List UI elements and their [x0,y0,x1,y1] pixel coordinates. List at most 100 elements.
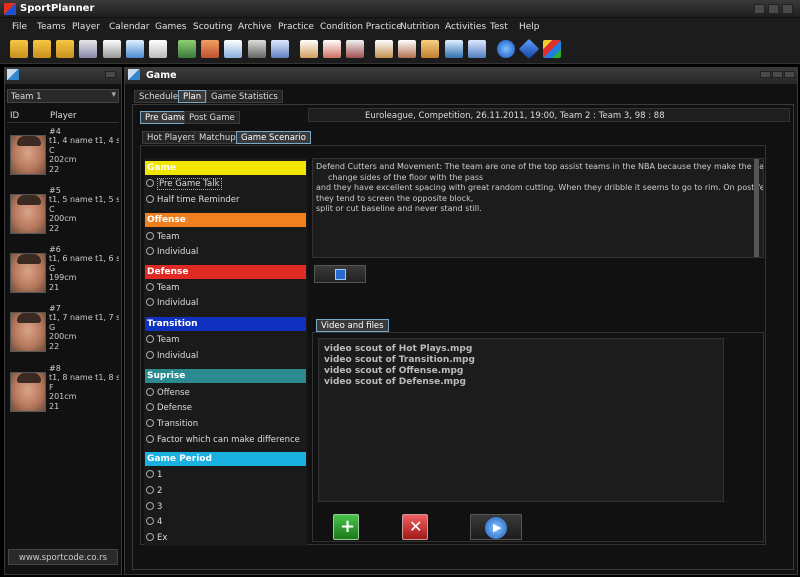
maximize-button[interactable] [768,4,779,14]
tab-post-game[interactable]: Post Game [184,111,240,124]
test-icon[interactable] [468,40,486,58]
puzzle-icon[interactable] [543,40,561,58]
food-icon[interactable] [421,40,439,58]
radio-icon[interactable] [146,283,154,291]
folder-closed-icon[interactable] [56,40,74,58]
tab-plan[interactable]: Plan [178,90,207,103]
radio-icon[interactable] [146,335,154,343]
document-icon[interactable] [149,40,167,58]
tab-schedule[interactable]: Schedule [134,90,184,103]
open-folder-icon[interactable] [10,40,28,58]
radio-offense-team[interactable]: Team [146,232,179,242]
activities-icon[interactable] [445,40,463,58]
close-button[interactable] [782,4,793,14]
add-file-button[interactable]: + [333,514,359,540]
game-close-button[interactable] [784,71,795,78]
list-item[interactable]: video scout of Transition.mpg [324,355,718,366]
radio-icon[interactable] [146,388,154,396]
radio-icon[interactable] [146,435,154,443]
menu-scouting[interactable]: Scouting [193,22,232,32]
radio-period-2[interactable]: 2 [146,486,162,496]
table-row[interactable]: #4 t1, 4 name t1, 4 su C 202cm 22 [8,127,119,185]
menu-help[interactable]: Help [519,22,540,32]
menu-practice[interactable]: Practice [278,22,314,32]
radio-icon[interactable] [146,179,154,187]
radio-offense-individual[interactable]: Individual [146,247,198,257]
game-maximize-button[interactable] [772,71,783,78]
menu-calendar[interactable]: Calendar [109,22,149,32]
sidebar-minimize-button[interactable] [105,71,116,78]
help-icon[interactable] [497,40,515,58]
play-video-button[interactable]: ▶ [470,514,522,540]
list-item[interactable]: video scout of Hot Plays.mpg [324,344,718,355]
tab-game-statistics[interactable]: Game Statistics [206,90,283,103]
radio-pre-game-talk[interactable]: Pre Game Talk [146,178,222,190]
table-row[interactable]: #5 t1, 5 name t1, 5 su C 200cm 22 [8,186,119,244]
minimize-button[interactable] [754,4,765,14]
report-icon[interactable] [323,40,341,58]
col-id[interactable]: ID [10,111,19,121]
radio-period-ex[interactable]: Ex [146,533,167,543]
chart-icon[interactable] [201,40,219,58]
menu-player[interactable]: Player [72,22,100,32]
radio-suprise-factor[interactable]: Factor which can make difference [146,435,300,445]
delete-file-button[interactable]: ✕ [402,514,428,540]
chevron-down-icon[interactable]: ▾ [111,90,116,100]
radio-period-1[interactable]: 1 [146,470,162,480]
list-icon[interactable] [398,40,416,58]
team-select[interactable]: Team 1 ▾ [7,89,119,103]
notes-scrollbar[interactable] [754,159,759,257]
menu-teams[interactable]: Teams [37,22,65,32]
menu-test[interactable]: Test [490,22,508,32]
radio-half-time-reminder[interactable]: Half time Reminder [146,195,239,205]
table-row[interactable]: #6 t1, 6 name t1, 6 su G 199cm 21 [8,245,119,303]
tab-video-and-files[interactable]: Video and files [316,319,389,332]
tools-icon[interactable] [346,40,364,58]
radio-icon[interactable] [146,533,154,541]
radio-defense-individual[interactable]: Individual [146,298,198,308]
radio-icon[interactable] [146,195,154,203]
scenario-notes[interactable]: Defend Cutters and Movement: The team ar… [312,158,764,258]
radio-icon[interactable] [146,232,154,240]
list-item[interactable]: video scout of Offense.mpg [324,366,718,377]
radio-suprise-transition[interactable]: Transition [146,419,198,429]
menu-file[interactable]: File [12,22,27,32]
radio-transition-team[interactable]: Team [146,335,179,345]
preview-icon[interactable] [126,40,144,58]
menu-games[interactable]: Games [155,22,186,32]
radio-period-4[interactable]: 4 [146,517,162,527]
image-icon[interactable] [178,40,196,58]
sidebar-footer[interactable]: www.sportcode.co.rs [8,549,118,565]
tab-matchup[interactable]: Matchup [194,131,241,144]
radio-defense-team[interactable]: Team [146,283,179,293]
menu-condition-practice[interactable]: Condition Practice [320,22,402,32]
clipboard-icon[interactable] [300,40,318,58]
radio-icon[interactable] [146,247,154,255]
notes-icon[interactable] [375,40,393,58]
print-icon[interactable] [103,40,121,58]
game-minimize-button[interactable] [760,71,771,78]
bike-icon[interactable] [248,40,266,58]
radio-transition-individual[interactable]: Individual [146,351,198,361]
tab-hot-players[interactable]: Hot Players [142,131,201,144]
radio-icon[interactable] [146,517,154,525]
grid-icon[interactable] [271,40,289,58]
table-row[interactable]: #8 t1, 8 name t1, 8 su F 201cm 21 [8,364,119,422]
folder-icon[interactable] [33,40,51,58]
radio-icon[interactable] [146,419,154,427]
radio-icon[interactable] [146,486,154,494]
table-row[interactable]: #7 t1, 7 name t1, 7 su G 200cm 22 [8,304,119,362]
menu-nutrition[interactable]: Nutrition [400,22,439,32]
tab-game-scenario[interactable]: Game Scenario [236,131,311,144]
col-player[interactable]: Player [50,111,76,121]
radio-period-3[interactable]: 3 [146,502,162,512]
radio-icon[interactable] [146,351,154,359]
radio-suprise-offense[interactable]: Offense [146,388,190,398]
list-item[interactable]: video scout of Defense.mpg [324,377,718,388]
radio-icon[interactable] [146,502,154,510]
footer-link[interactable]: www.sportcode.co.rs [19,553,107,563]
radio-icon[interactable] [146,298,154,306]
calendar-icon[interactable] [224,40,242,58]
radio-icon[interactable] [146,470,154,478]
menu-activities[interactable]: Activities [445,22,486,32]
